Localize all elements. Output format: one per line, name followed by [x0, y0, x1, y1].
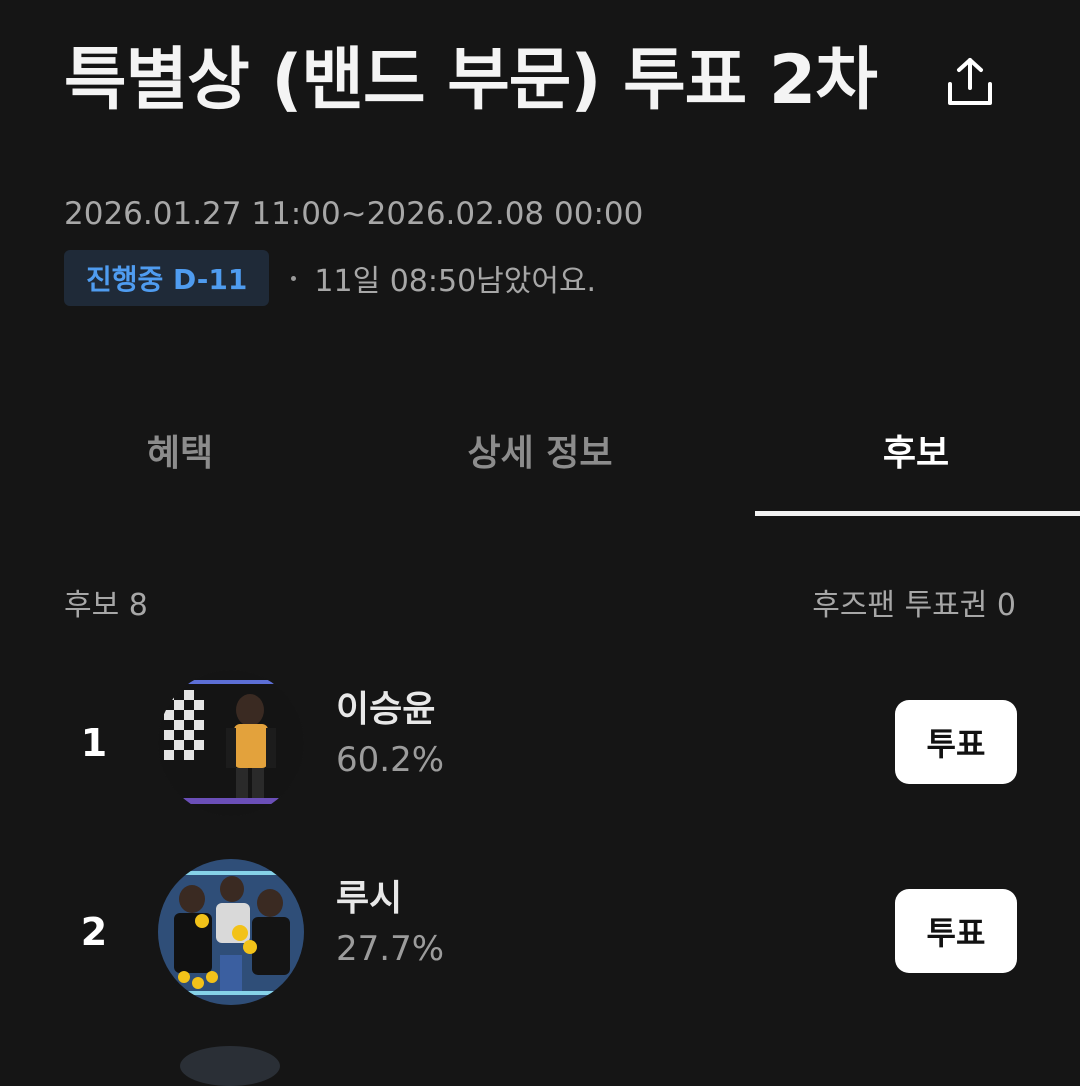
candidate-avatar[interactable] — [158, 859, 304, 1005]
page-title: 특별상 (밴드 부문) 투표 2차 — [64, 41, 878, 120]
candidate-name: 이승윤 — [336, 689, 436, 730]
candidate-rank: 1 — [80, 721, 108, 765]
status-badge: 진행중 D-11 — [64, 250, 270, 306]
candidate-percent: 27.7% — [336, 929, 445, 969]
vote-button[interactable]: 투표 — [895, 700, 1017, 784]
candidate-name: 루시 — [336, 878, 403, 919]
tab-benefits[interactable]: 혜택 — [0, 400, 360, 500]
candidate-count: 후보 8 — [64, 588, 148, 623]
share-icon — [948, 58, 992, 105]
vote-button[interactable]: 투표 — [895, 889, 1017, 973]
separator-dot — [291, 275, 297, 281]
candidate-rank: 2 — [80, 910, 108, 954]
tab-details[interactable]: 상세 정보 — [360, 400, 720, 500]
status-row: 진행중 D-11 11일 08:50남았어요. — [64, 250, 596, 306]
candidate-row: 1 이승윤 60.2% 투표 — [0, 668, 1080, 818]
vote-period: 2026.01.27 11:00~2026.02.08 00:00 — [64, 196, 644, 232]
share-button[interactable] — [932, 44, 1008, 120]
time-remaining: 11일 08:50남았어요. — [314, 264, 597, 299]
candidate-avatar[interactable] — [180, 1046, 280, 1086]
candidate-avatar[interactable] — [158, 670, 304, 816]
vote-ticket-count: 후즈팬 투표권 0 — [812, 588, 1016, 623]
candidate-row: 2 루시 27.7% 투표 — [0, 857, 1080, 1007]
tab-candidates[interactable]: 후보 — [736, 400, 1080, 500]
active-tab-indicator — [755, 511, 1080, 516]
candidate-percent: 60.2% — [336, 740, 445, 780]
tab-bar: 혜택 상세 정보 후보 — [0, 400, 1080, 516]
